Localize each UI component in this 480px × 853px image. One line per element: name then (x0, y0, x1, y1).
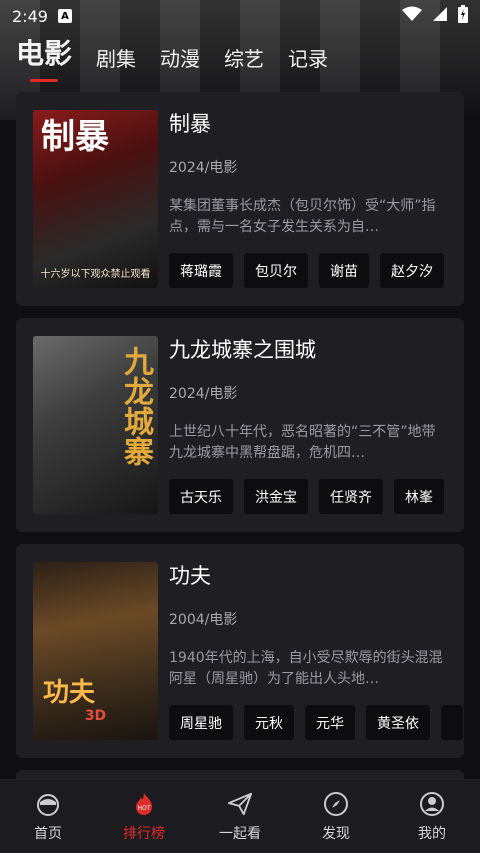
nav-mine[interactable]: 我的 (387, 791, 477, 843)
nav-discover[interactable]: 发现 (291, 791, 381, 843)
movie-meta: 2024/电影 (169, 160, 238, 176)
poster-title: 九龙城寨 (118, 346, 153, 466)
movie-poster[interactable]: 功夫 3D (33, 562, 158, 740)
status-bar: 2:49 A (0, 0, 480, 32)
tab-variety[interactable]: 综艺 (224, 43, 264, 78)
nav-discover-label: 发现 (322, 825, 350, 842)
cast-tag[interactable]: 林峯 (394, 479, 444, 514)
cast-tag[interactable]: 洪金宝 (244, 479, 308, 514)
nav-ranking-label: 排行榜 (123, 825, 165, 842)
compass-icon (323, 791, 349, 817)
movie-title[interactable]: 制暴 (169, 108, 464, 138)
profile-icon (419, 791, 445, 817)
poster-caption: 十六岁以下观众禁止观看 (40, 269, 151, 280)
cast-tag[interactable]: 周星驰 (169, 705, 233, 740)
category-tabs: 电影 剧集 动漫 综艺 记录 (0, 37, 480, 82)
paper-plane-icon (227, 791, 253, 817)
movie-poster[interactable]: 制暴 十六岁以下观众禁止观看 (33, 110, 158, 288)
movie-card[interactable]: 九龙城寨 九龙城寨之围城 2024/电影 上世纪八十年代，恶名昭著的“三不管”地… (16, 318, 464, 532)
tab-documentary[interactable]: 记录 (288, 43, 328, 78)
nav-watch-together[interactable]: 一起看 (195, 791, 285, 843)
nav-watch-together-label: 一起看 (219, 825, 261, 842)
nav-home[interactable]: 首页 (3, 791, 93, 843)
poster-format: 3D (84, 708, 107, 724)
cast-tags: 周星驰 元秋 元华 黄圣依 (169, 705, 464, 740)
movie-card[interactable]: 功夫 3D 功夫 2004/电影 1940年代的上海，自小受尽欺辱的街头混混阿星… (16, 544, 464, 758)
movie-meta: 2004/电影 (169, 612, 238, 628)
cast-tags: 蒋璐霞 包贝尔 谢苗 赵夕汐 (169, 253, 464, 288)
movie-title[interactable]: 功夫 (169, 560, 464, 590)
movie-description: 某集团董事长成杰（包贝尔饰）受“大师”指点，需与一名女子发生关系为自… (169, 198, 436, 235)
wifi-icon (402, 6, 422, 26)
cast-tag[interactable]: 元秋 (244, 705, 294, 740)
movie-poster[interactable]: 九龙城寨 (33, 336, 158, 514)
cast-tag[interactable]: 蒋璐霞 (169, 253, 233, 288)
cast-tag[interactable]: 任贤齐 (319, 479, 383, 514)
cast-tag[interactable]: 赵夕汐 (380, 253, 444, 288)
cast-tag[interactable]: 黄圣依 (366, 705, 430, 740)
tab-movies[interactable]: 电影 (16, 32, 72, 82)
hot-icon: HOT (131, 791, 157, 817)
tab-anime[interactable]: 动漫 (160, 43, 200, 78)
cast-tag[interactable]: 元华 (305, 705, 355, 740)
movie-description: 上世纪八十年代，恶名昭著的“三不管”地带九龙城寨中黑帮盘踞，危机四… (169, 424, 436, 461)
svg-text:HOT: HOT (138, 805, 151, 812)
battery-icon (458, 5, 468, 27)
cast-tags: 古天乐 洪金宝 任贤齐 林峯 (169, 479, 464, 514)
movie-card[interactable]: 制暴 十六岁以下观众禁止观看 制暴 2024/电影 某集团董事长成杰（包贝尔饰）… (16, 92, 464, 306)
signal-icon (432, 6, 448, 26)
tab-series[interactable]: 剧集 (96, 43, 136, 78)
home-icon (35, 791, 61, 817)
poster-title: 制暴 (41, 117, 109, 157)
movie-description: 1940年代的上海，自小受尽欺辱的街头混混阿星（周星驰）为了能出人头地… (169, 650, 443, 687)
status-time: 2:49 (12, 6, 48, 26)
movie-title[interactable]: 九龙城寨之围城 (169, 334, 464, 364)
movie-list: 制暴 十六岁以下观众禁止观看 制暴 2024/电影 某集团董事长成杰（包贝尔饰）… (16, 92, 464, 790)
cast-tag[interactable]: 谢苗 (319, 253, 369, 288)
movie-meta: 2024/电影 (169, 386, 238, 402)
cast-tag[interactable] (441, 705, 463, 740)
nav-mine-label: 我的 (418, 825, 446, 842)
cast-tag[interactable]: 包贝尔 (244, 253, 308, 288)
notification-a-icon: A (57, 9, 72, 23)
bottom-navigation: 首页 HOT 排行榜 一起看 发现 我的 (0, 779, 480, 853)
nav-ranking[interactable]: HOT 排行榜 (99, 791, 189, 843)
cast-tag[interactable]: 古天乐 (169, 479, 233, 514)
nav-home-label: 首页 (34, 825, 62, 842)
poster-title: 功夫 (43, 678, 96, 708)
